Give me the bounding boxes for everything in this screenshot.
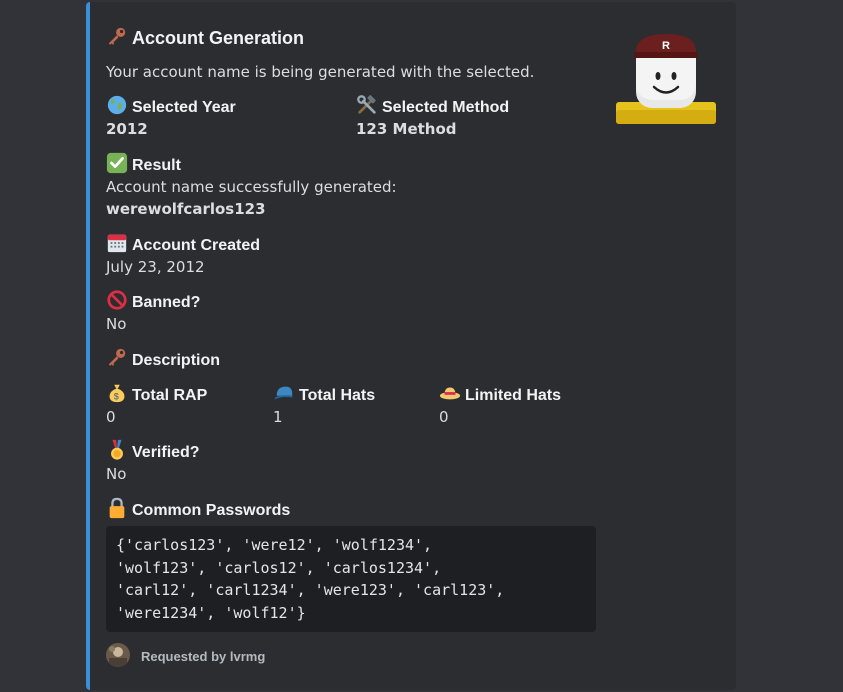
money-bag-icon: $ xyxy=(109,384,125,403)
roblox-avatar-icon: R xyxy=(616,34,716,124)
field-common-passwords-name: Common Passwords xyxy=(106,497,290,520)
field-result-line1: Account name successfully generated: xyxy=(106,178,397,196)
field-result-line2: werewolfcarlos123 xyxy=(106,200,266,218)
prohibited-icon xyxy=(107,290,127,310)
field-total-hats-value: 1 xyxy=(273,408,283,426)
check-mark-icon xyxy=(106,152,128,174)
key-icon xyxy=(108,27,126,45)
field-selected-year-name: Selected Year xyxy=(106,94,236,117)
medal-icon xyxy=(111,439,123,460)
field-account-created-name: Account Created xyxy=(106,232,260,255)
field-selected-method-name: Selected Method xyxy=(356,94,509,117)
field-total-rap-value: 0 xyxy=(106,408,116,426)
straw-hat-icon xyxy=(439,387,461,400)
key-icon xyxy=(108,348,126,366)
globe-icon xyxy=(107,95,127,115)
embed-accent-bar xyxy=(86,2,90,690)
cap-icon xyxy=(274,386,293,400)
field-banned-name: Banned? xyxy=(106,289,200,312)
code-line: 'carl12', 'carl1234', 'were123', 'carl12… xyxy=(116,581,505,599)
field-verified-name: Verified? xyxy=(106,439,200,462)
embed-title: Account Generation xyxy=(106,26,304,49)
field-total-hats-name: Total Hats xyxy=(273,382,375,405)
field-limited-hats-value: 0 xyxy=(439,408,449,426)
calendar-icon xyxy=(107,234,127,253)
user-avatar-icon[interactable] xyxy=(106,643,130,667)
footer-text: Requested by lvrmg xyxy=(141,649,266,664)
field-selected-method-value: 123 Method xyxy=(356,120,457,138)
common-passwords-codeblock: {'carlos123', 'were12', 'wolf1234', 'wolf… xyxy=(106,526,596,632)
lock-icon xyxy=(109,497,125,519)
field-selected-year-value: 2012 xyxy=(106,120,148,138)
svg-text:$: $ xyxy=(114,391,119,401)
field-limited-hats-name: Limited Hats xyxy=(439,382,561,405)
embed-card: Account Generation Your account name is … xyxy=(86,2,736,690)
embed-description: Your account name is being generated wit… xyxy=(106,63,535,81)
field-verified-value: No xyxy=(106,465,127,483)
field-account-created-value: July 23, 2012 xyxy=(106,258,205,276)
code-line: 'wolf123', 'carlos12', 'carlos1234', xyxy=(116,558,442,577)
code-line: {'carlos123', 'were12', 'wolf1234', xyxy=(116,536,433,554)
field-banned-value: No xyxy=(106,315,127,333)
field-total-rap-name: $ Total RAP xyxy=(106,382,207,405)
svg-text:R: R xyxy=(662,40,670,52)
code-line: 'were1234', 'wolf12'} xyxy=(116,603,306,622)
field-result-name: Result xyxy=(106,152,181,175)
hammer-wrench-icon xyxy=(357,95,376,114)
field-description-name: Description xyxy=(106,347,220,370)
